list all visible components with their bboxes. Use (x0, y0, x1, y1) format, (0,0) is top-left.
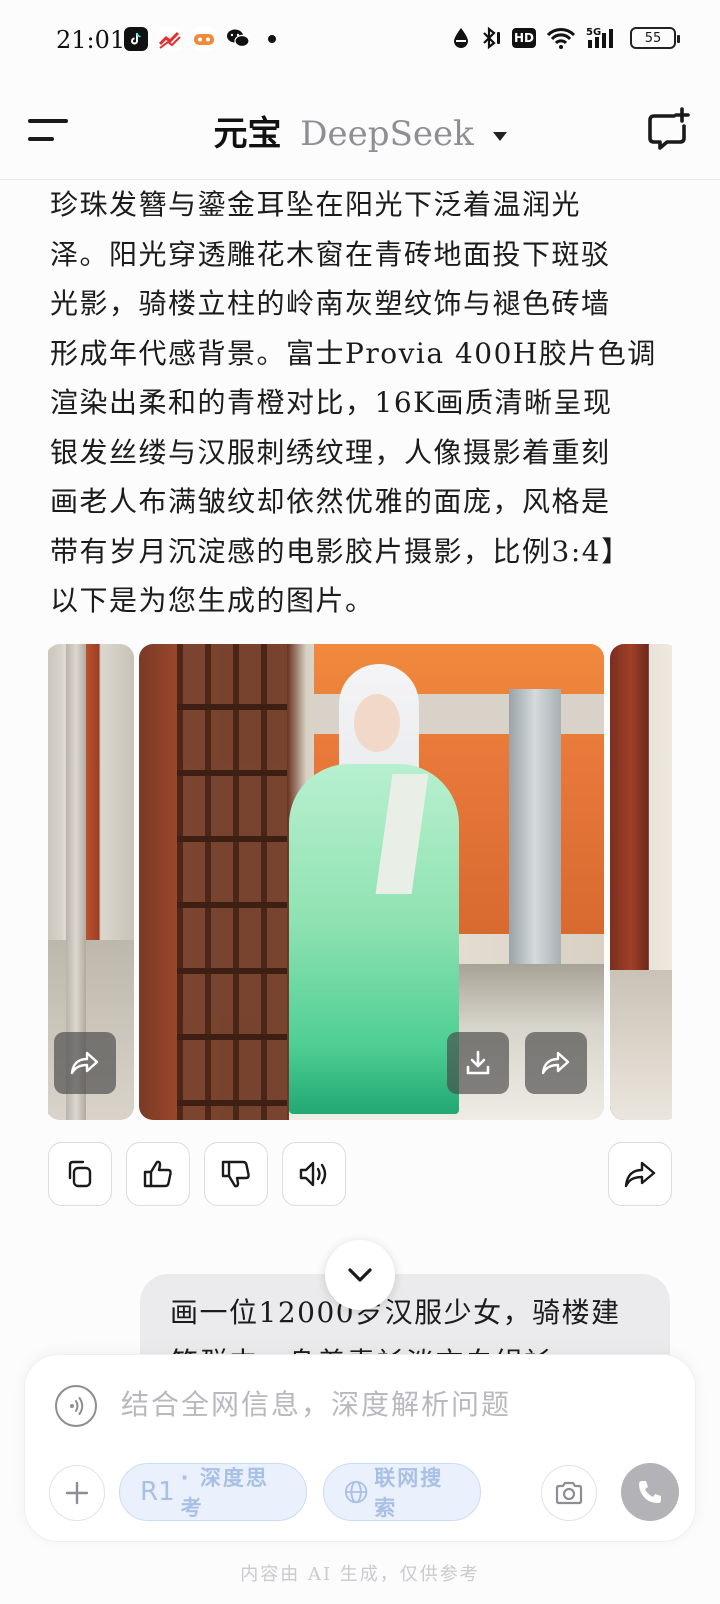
generated-image-hanfu-girl[interactable] (139, 644, 604, 1120)
share-icon (70, 1051, 99, 1075)
web-search-toggle[interactable]: 联网搜索 (323, 1463, 481, 1521)
camera-icon (555, 1481, 583, 1505)
deep-think-toggle[interactable]: R1 · 深度思考 (119, 1463, 307, 1521)
battery-icon: 55 (630, 27, 680, 49)
more-dot-icon (260, 27, 284, 51)
game-app-icon (192, 27, 216, 51)
message-line: 带有岁月沉淀感的电影胶片摄影，比例3:4】 (50, 534, 631, 568)
scroll-to-bottom-button[interactable] (325, 1240, 395, 1310)
message-line: 以下是为您生成的图片。 (50, 584, 375, 617)
share-message-button[interactable] (608, 1142, 672, 1206)
system-icons: HD 5G 55 (452, 26, 680, 50)
app-name: 元宝 (213, 114, 282, 154)
chevron-down-icon (348, 1268, 372, 1282)
message-line: 银发丝缕与汉服刺绣纹理，人像摄影着重刻 (50, 435, 611, 469)
dnd-drop-icon (454, 28, 468, 48)
wifi-icon (546, 28, 576, 49)
message-line: 珍珠发簪与鎏金耳坠在阳光下泛着温润光 (50, 188, 582, 221)
share-image-button[interactable] (525, 1032, 587, 1094)
thumbs-down-icon (221, 1160, 250, 1188)
model-selector[interactable]: 元宝 DeepSeek (0, 106, 720, 155)
like-button[interactable] (126, 1142, 190, 1206)
model-name: DeepSeek (300, 114, 474, 154)
previous-generated-image[interactable] (48, 644, 134, 1120)
copy-icon (68, 1160, 92, 1188)
message-composer: R1 · 深度思考 联网搜索 (24, 1354, 696, 1542)
message-line: 渲染出柔和的青橙对比，16K画质清晰呈现 (50, 386, 613, 419)
phone-icon (639, 1481, 661, 1503)
status-bar: 21:01 HD 5G 55 (0, 0, 720, 84)
deep-think-label: · 深度思考 (180, 1466, 269, 1520)
share-icon (541, 1051, 570, 1075)
caret-down-icon (492, 131, 507, 141)
new-chat-icon[interactable] (646, 106, 692, 152)
user-message-line: 画一位12000岁汉服少女，骑楼建 (170, 1296, 621, 1329)
globe-icon (344, 1480, 368, 1504)
assistant-message: 珍珠发簪与鎏金耳坠在阳光下泛着温润光 泽。阳光穿透雕花木窗在青砖地面投下斑驳 光… (50, 180, 680, 626)
speaker-icon (299, 1161, 327, 1187)
share-image-button[interactable] (54, 1032, 116, 1094)
voice-input-button[interactable] (55, 1385, 97, 1427)
message-actions (48, 1142, 672, 1206)
message-line: 光影，骑楼立柱的岭南灰塑纹饰与褪色砖墙 (50, 287, 611, 320)
tiktok-icon (124, 27, 148, 51)
message-line: 画老人布满皱纹却依然优雅的面庞，风格是 (50, 485, 611, 518)
svg-text:5G: 5G (586, 27, 601, 38)
image-carousel[interactable] (48, 644, 672, 1120)
web-search-label: 联网搜索 (374, 1466, 444, 1520)
notification-icons (124, 27, 284, 51)
message-input[interactable] (121, 1379, 661, 1429)
r1-label: R1 (140, 1477, 175, 1507)
ai-disclaimer: 内容由 AI 生成，仅供参考 (240, 1564, 480, 1585)
copy-button[interactable] (48, 1142, 112, 1206)
wechat-icon (226, 27, 250, 51)
voice-call-button[interactable] (621, 1463, 679, 1521)
next-generated-image[interactable] (610, 644, 672, 1120)
bluetooth-icon (483, 26, 500, 50)
download-icon (466, 1050, 490, 1075)
plus-icon (65, 1481, 89, 1505)
read-aloud-button[interactable] (282, 1142, 346, 1206)
stock-app-icon (158, 27, 182, 51)
dislike-button[interactable] (204, 1142, 268, 1206)
hd-icon: HD (512, 28, 536, 48)
share-icon (624, 1161, 656, 1188)
camera-button[interactable] (541, 1465, 597, 1521)
status-time: 21:01 (56, 26, 126, 54)
message-line: 形成年代感背景。富士Provia 400H胶片色调 (50, 336, 657, 370)
thumbs-up-icon (143, 1160, 172, 1188)
5g-signal-icon: 5G (586, 27, 613, 48)
app-header: 元宝 DeepSeek (0, 84, 720, 180)
message-line: 泽。阳光穿透雕花木窗在青砖地面投下斑驳 (50, 237, 611, 271)
add-attachment-button[interactable] (49, 1465, 105, 1521)
voice-wave-icon (70, 1397, 84, 1415)
download-image-button[interactable] (447, 1032, 509, 1094)
